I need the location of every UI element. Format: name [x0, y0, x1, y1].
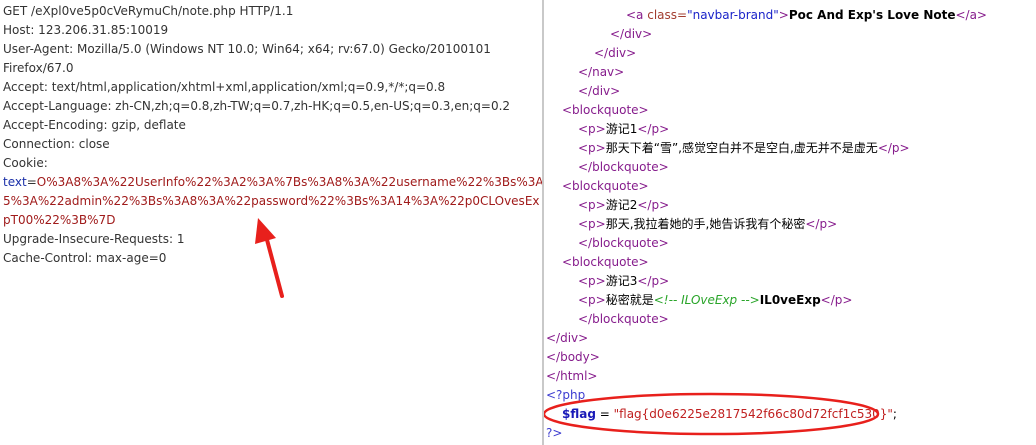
response-pane[interactable]: <a class="navbar-brand">Poc And Exp's Lo…	[544, 0, 1036, 445]
request-pane[interactable]: GET /eXpl0ve5p0cVeRymuCh/note.php HTTP/1…	[0, 0, 544, 445]
red-ellipse-annotation	[544, 392, 880, 436]
red-arrow-annotation	[255, 218, 284, 298]
